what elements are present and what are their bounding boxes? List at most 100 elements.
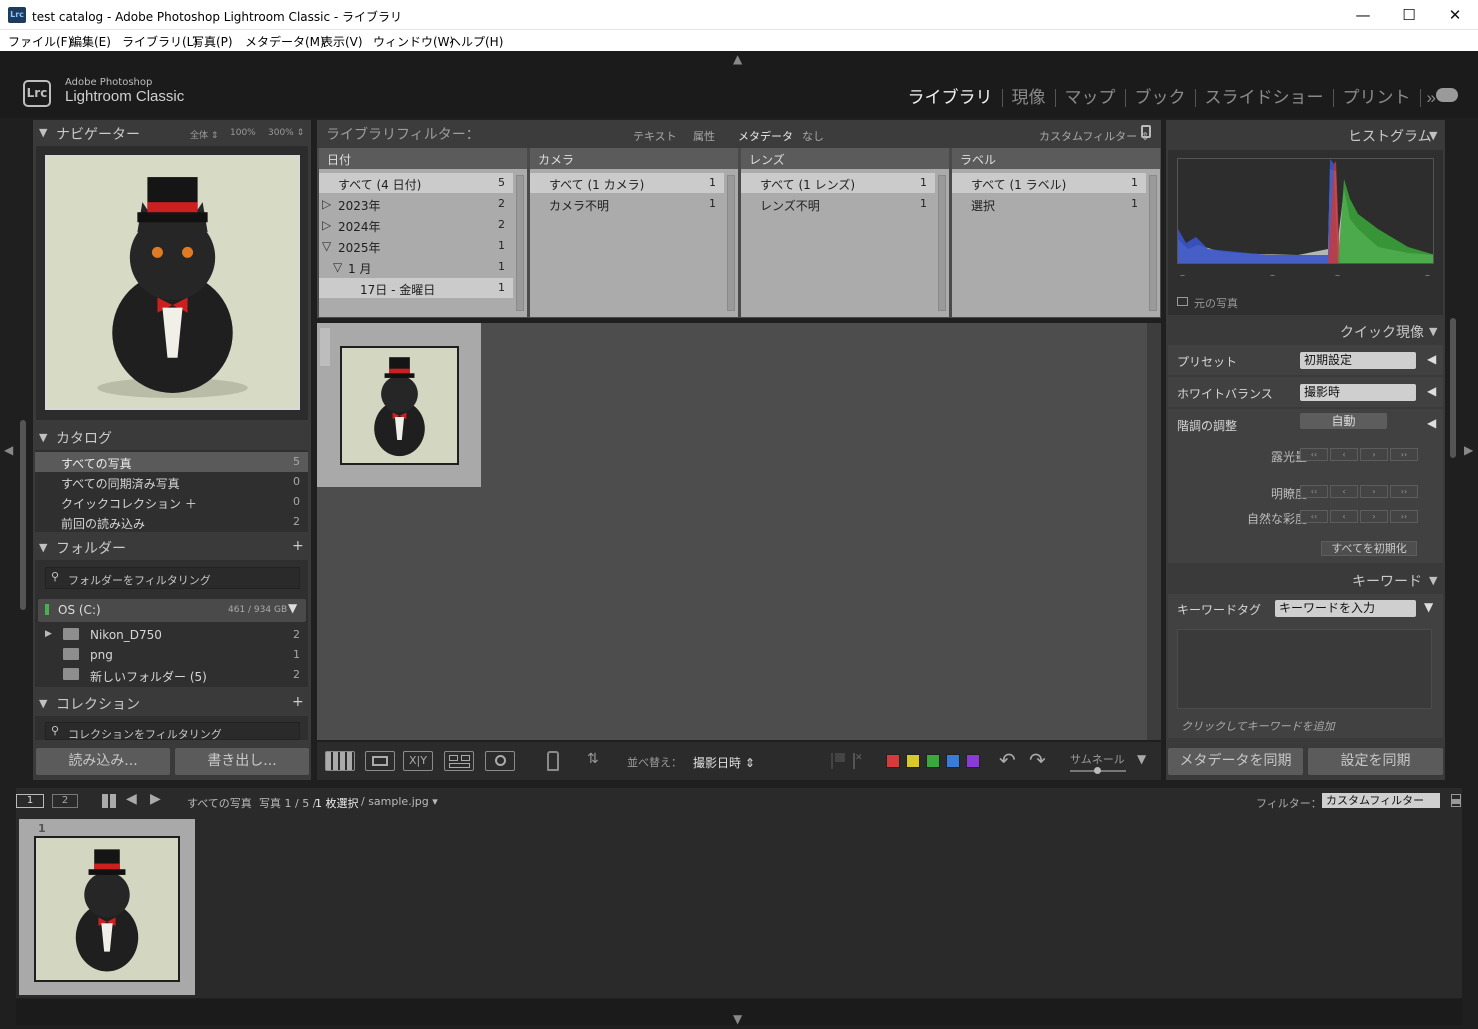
module-print[interactable]: プリント <box>1334 89 1421 107</box>
list-item[interactable]: 選択 1 <box>952 194 1146 214</box>
folders-collapse-icon[interactable]: ▼ <box>39 541 47 554</box>
module-develop[interactable]: 現像 <box>1003 89 1056 107</box>
folder-search-input[interactable]: ⚲ フォルダーをフィルタリング <box>45 567 300 589</box>
bottom-panel-toggle-icon[interactable]: ▼ <box>733 1012 742 1026</box>
catalog-item[interactable]: すべての写真 5 <box>35 452 308 472</box>
add-folder-icon[interactable]: + <box>292 538 304 554</box>
lens-column-scrollbar[interactable] <box>938 175 946 311</box>
keyword-menu-icon[interactable]: ▼ <box>1424 600 1433 614</box>
original-photo-checkbox[interactable] <box>1177 297 1188 306</box>
expand-icon[interactable]: ◀ <box>1427 416 1436 430</box>
people-view-icon[interactable] <box>485 751 515 771</box>
catalog-item[interactable]: クイックコレクション ＋ 0 <box>35 492 308 512</box>
menu-edit[interactable]: 編集(E) <box>70 33 111 50</box>
label-column-scrollbar[interactable] <box>1149 175 1157 311</box>
vibrance-plus[interactable]: › <box>1360 510 1388 523</box>
column-header-lens[interactable]: レンズ <box>741 148 949 169</box>
menu-view[interactable]: 表示(V) <box>321 33 363 50</box>
filter-tab-text[interactable]: テキスト <box>633 128 677 144</box>
zoom-300[interactable]: 300% ⇕ <box>268 128 304 138</box>
module-map[interactable]: マップ <box>1056 89 1126 107</box>
loupe-view-icon[interactable] <box>365 751 395 771</box>
clarity-minus-large[interactable]: ‹‹ <box>1300 485 1328 498</box>
close-button[interactable]: ✕ <box>1432 0 1478 30</box>
list-item[interactable]: レンズ不明 1 <box>741 194 935 214</box>
expand-icon[interactable]: ◀ <box>1427 384 1436 398</box>
list-item[interactable]: すべて (1 カメラ) 1 <box>530 173 724 193</box>
back-arrow-icon[interactable]: ◀ <box>126 791 137 807</box>
maximize-button[interactable]: ☐ <box>1386 0 1432 30</box>
menu-library[interactable]: ライブラリ(L) <box>122 33 198 50</box>
exposure-plus-large[interactable]: ›› <box>1390 448 1418 461</box>
clarity-plus-large[interactable]: ›› <box>1390 485 1418 498</box>
cloud-icon[interactable] <box>1436 88 1458 102</box>
toolbar-menu-icon[interactable]: ▼ <box>1137 752 1146 766</box>
left-panel-toggle-icon[interactable]: ◀ <box>4 443 13 457</box>
auto-tone-button[interactable]: 自動 <box>1300 413 1387 429</box>
export-button[interactable]: 書き出し... <box>175 748 309 775</box>
grid-view-icon[interactable] <box>325 751 355 771</box>
filter-tab-none[interactable]: なし <box>802 128 824 144</box>
exposure-minus[interactable]: ‹ <box>1330 448 1358 461</box>
menu-metadata[interactable]: メタデータ(M) <box>245 33 325 50</box>
rotate-right-icon[interactable]: ↷ <box>1029 748 1046 772</box>
list-item[interactable]: すべて (4 日付) 5 <box>319 173 513 193</box>
list-item[interactable]: ▷ 2023年 2 <box>319 194 513 214</box>
sync-metadata-button[interactable]: メタデータを同期 <box>1168 748 1303 775</box>
reject-flag-icon[interactable]: ✕ <box>853 753 867 769</box>
exposure-minus-large[interactable]: ‹‹ <box>1300 448 1328 461</box>
photo-thumbnail[interactable] <box>340 346 459 465</box>
filter-tab-attribute[interactable]: 属性 <box>693 128 715 144</box>
column-header-label-col[interactable]: ラベル <box>952 148 1160 169</box>
right-panel-toggle-icon[interactable]: ▶ <box>1464 443 1473 457</box>
vibrance-minus[interactable]: ‹ <box>1330 510 1358 523</box>
compare-view-icon[interactable]: X|Y <box>403 751 433 771</box>
preset-select[interactable]: 初期設定 <box>1300 352 1416 369</box>
reset-all-button[interactable]: すべてを初期化 <box>1321 541 1417 556</box>
column-header-date[interactable]: 日付 <box>319 148 527 169</box>
keyword-tag-select[interactable]: キーワードを入力 <box>1275 600 1416 617</box>
spray-can-icon[interactable] <box>547 751 559 771</box>
color-label-red[interactable] <box>886 754 900 768</box>
filter-lock-icon[interactable] <box>1451 794 1461 807</box>
module-slideshow[interactable]: スライドショー <box>1196 89 1334 107</box>
color-label-blue[interactable] <box>946 754 960 768</box>
filmstrip-thumbnail[interactable] <box>34 836 180 982</box>
list-item[interactable]: ▽ 2025年 1 <box>319 236 513 256</box>
right-panel-scrollbar[interactable] <box>1450 318 1456 458</box>
color-label-green[interactable] <box>926 754 940 768</box>
navigator-preview-image[interactable] <box>45 155 300 410</box>
add-keyword-hint[interactable]: クリックしてキーワードを追加 <box>1181 718 1335 734</box>
folder-item[interactable]: 新しいフォルダー (5) 2 <box>35 665 308 685</box>
list-item[interactable]: ▷ 2024年 2 <box>319 215 513 235</box>
vibrance-plus-large[interactable]: ›› <box>1390 510 1418 523</box>
menu-file[interactable]: ファイル(F) <box>8 33 72 50</box>
keyword-textarea[interactable] <box>1177 629 1432 709</box>
catalog-collapse-icon[interactable]: ▼ <box>39 431 47 444</box>
zoom-100[interactable]: 100% <box>230 128 256 138</box>
menu-window[interactable]: ウィンドウ(W) <box>373 33 454 50</box>
lock-icon[interactable] <box>1141 125 1151 138</box>
minimize-button[interactable]: — <box>1340 0 1386 30</box>
catalog-item[interactable]: すべての同期済み写真 0 <box>35 472 308 492</box>
date-column-scrollbar[interactable] <box>516 175 524 311</box>
expand-icon[interactable]: ◀ <box>1427 352 1436 366</box>
rotate-left-icon[interactable]: ↶ <box>999 748 1016 772</box>
filmstrip-filter-select[interactable]: カスタムフィルター <box>1322 793 1440 808</box>
forward-arrow-icon[interactable]: ▶ <box>150 791 161 807</box>
list-item[interactable]: すべて (1 ラベル) 1 <box>952 173 1146 193</box>
filter-preset-select[interactable]: カスタムフィルター ⇕ <box>1039 128 1150 144</box>
clarity-plus[interactable]: › <box>1360 485 1388 498</box>
import-button[interactable]: 読み込み... <box>36 748 170 775</box>
navigator-collapse-icon[interactable]: ▼ <box>39 126 47 139</box>
slider-handle[interactable] <box>1094 767 1101 774</box>
color-label-yellow[interactable] <box>906 754 920 768</box>
collection-search-input[interactable]: ⚲ コレクションをフィルタリング <box>45 722 300 740</box>
sort-select[interactable]: 撮影日時 ⇕ <box>693 754 755 771</box>
list-item[interactable]: すべて (1 レンズ) 1 <box>741 173 935 193</box>
grid-scrollbar[interactable] <box>1147 323 1161 740</box>
menu-photo[interactable]: 写真(P) <box>192 33 233 50</box>
color-label-purple[interactable] <box>966 754 980 768</box>
list-item[interactable]: ▽ 1 月1 <box>319 257 513 277</box>
camera-column-scrollbar[interactable] <box>727 175 735 311</box>
